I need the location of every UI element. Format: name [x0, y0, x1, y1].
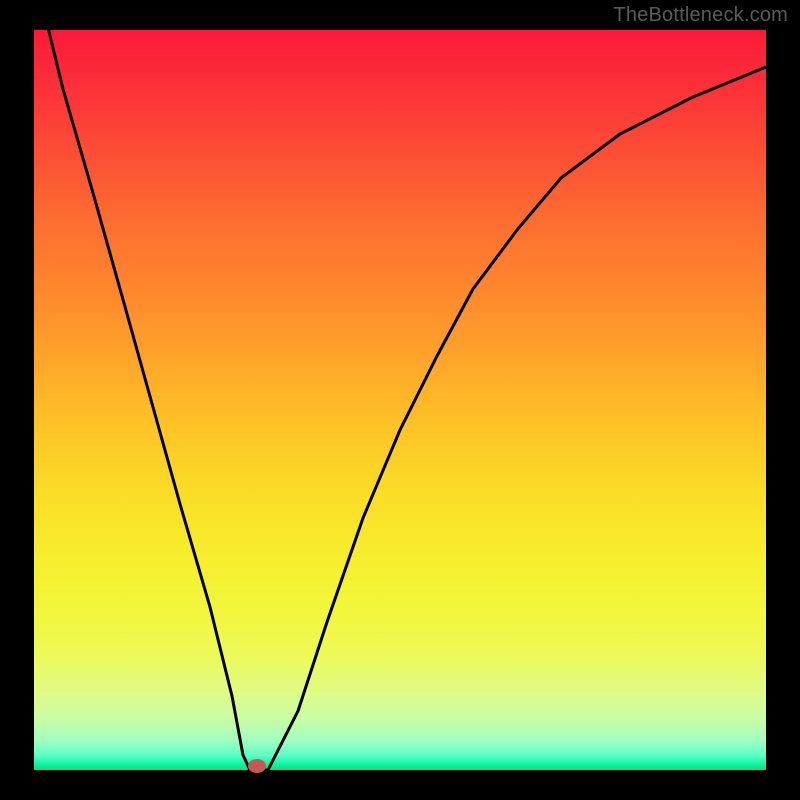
bottleneck-curve-path: [34, 30, 766, 770]
chart-frame: TheBottleneck.com: [0, 0, 800, 800]
watermark-text: TheBottleneck.com: [613, 4, 788, 27]
minimum-marker: [248, 759, 266, 773]
plot-area: [34, 30, 766, 770]
curve-svg: [34, 30, 766, 770]
